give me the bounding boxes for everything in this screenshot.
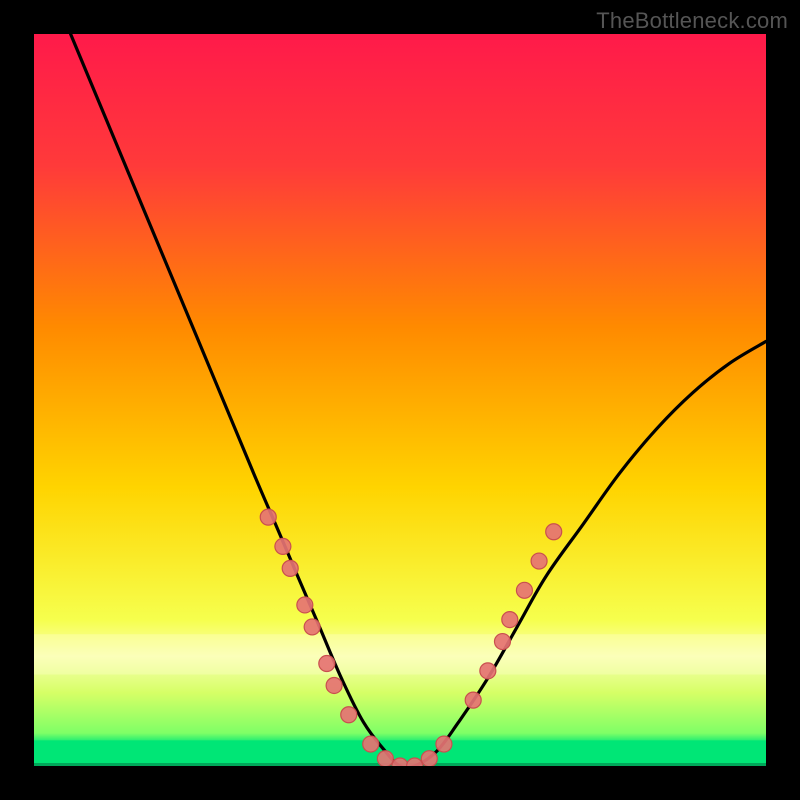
plot-area: [34, 34, 766, 766]
chart-svg: [34, 34, 766, 766]
chart-frame: TheBottleneck.com: [0, 0, 800, 800]
watermark-text: TheBottleneck.com: [596, 8, 788, 34]
